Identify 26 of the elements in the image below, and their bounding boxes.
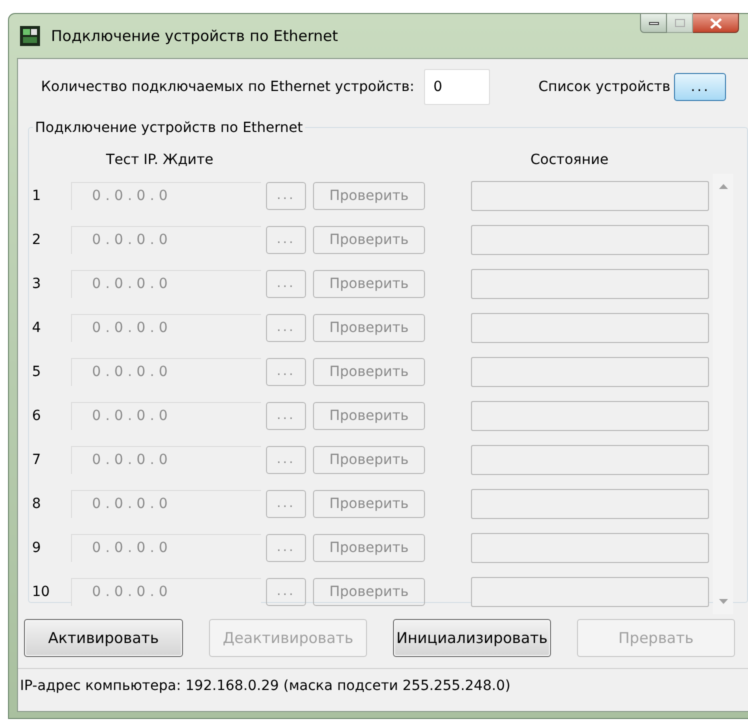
row-number: 4 <box>31 318 42 338</box>
action-button[interactable]: Инициализировать <box>393 619 551 657</box>
row-number: 10 <box>31 582 51 602</box>
scroll-up-icon[interactable] <box>718 184 728 189</box>
scrollbar[interactable] <box>713 174 733 614</box>
window-title: Подключение устройств по Ethernet <box>51 26 338 47</box>
column-header: Состояние <box>530 151 608 170</box>
action-button[interactable]: Активировать <box>24 619 183 657</box>
device-list-label: Список устройств <box>538 78 670 96</box>
row-number: 8 <box>31 494 42 514</box>
row-number: 5 <box>31 362 42 382</box>
device-list-button[interactable]: ... <box>674 73 726 101</box>
device-count-field[interactable]: 0 <box>424 69 490 105</box>
app-icon <box>19 25 41 47</box>
column-header: Тест IP. Ждите <box>106 151 214 170</box>
row-number: 3 <box>31 274 42 294</box>
row-number: 6 <box>31 406 42 426</box>
row-number: 7 <box>31 450 42 470</box>
scroll-down-icon[interactable] <box>718 599 728 604</box>
row-number: 9 <box>31 538 42 558</box>
minimize-button[interactable] <box>640 13 667 33</box>
row-number: 2 <box>31 230 42 250</box>
close-button[interactable] <box>693 13 739 33</box>
device-count-label: Количество подключаемых по Ethernet устройств: <box>41 78 414 96</box>
close-icon <box>710 18 722 28</box>
row-number: 1 <box>31 186 42 206</box>
